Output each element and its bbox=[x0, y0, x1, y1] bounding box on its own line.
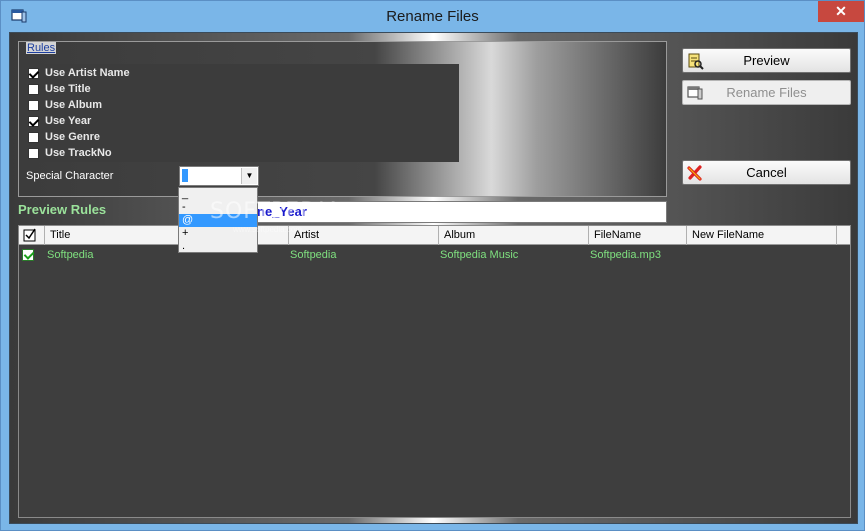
chevron-down-icon[interactable]: ▼ bbox=[241, 168, 257, 184]
preview-icon bbox=[688, 53, 704, 70]
header-select-all[interactable] bbox=[19, 226, 45, 245]
title-bar[interactable]: Rename Files ✕ bbox=[1, 1, 864, 32]
rule-checkbox[interactable] bbox=[28, 147, 39, 159]
cell-title: Softpedia bbox=[47, 249, 94, 261]
watermark-url: www.softpedia.com bbox=[233, 225, 302, 234]
preview-rules-label: Preview Rules bbox=[18, 202, 107, 217]
rule-use-trackno[interactable]: Use TrackNo bbox=[28, 145, 112, 161]
close-button[interactable]: ✕ bbox=[818, 1, 864, 22]
rules-legend: Rules bbox=[26, 42, 57, 54]
rule-label: Use Album bbox=[45, 99, 103, 111]
rule-checkbox[interactable] bbox=[28, 115, 39, 127]
preview-button[interactable]: Preview bbox=[682, 48, 851, 73]
rename-files-button[interactable]: Rename Files bbox=[682, 80, 851, 105]
grid-header: Title Artist Album FileName New FileName bbox=[19, 226, 850, 245]
cell-album: Softpedia Music bbox=[440, 249, 519, 261]
client-area: Rules Use Artist Name Use Title Use Albu… bbox=[9, 32, 858, 524]
dropdown-option[interactable]: . bbox=[179, 240, 257, 253]
rule-use-year[interactable]: Use Year bbox=[28, 113, 91, 129]
combo-selected-value bbox=[182, 169, 188, 182]
files-grid[interactable]: Title Artist Album FileName New FileName… bbox=[18, 225, 851, 518]
rule-use-title[interactable]: Use Title bbox=[28, 81, 91, 97]
table-row[interactable]: Softpedia Softpedia Softpedia Music Soft… bbox=[19, 247, 850, 263]
rules-group: Rules Use Artist Name Use Title Use Albu… bbox=[18, 41, 667, 197]
window-title: Rename Files bbox=[386, 8, 479, 25]
rule-label: Use Year bbox=[45, 115, 92, 127]
rule-checkbox[interactable] bbox=[28, 99, 39, 111]
rename-icon bbox=[687, 86, 703, 100]
rule-use-album[interactable]: Use Album bbox=[28, 97, 102, 113]
rule-label: Use Artist Name bbox=[45, 67, 130, 79]
special-character-select[interactable]: ▼ bbox=[179, 166, 259, 186]
rule-checkbox[interactable] bbox=[28, 83, 39, 95]
rules-list: Use Artist Name Use Title Use Album Use … bbox=[26, 64, 459, 162]
checklist-icon bbox=[23, 228, 36, 242]
rename-files-window: Rename Files ✕ Rules Use Artist Name Use… bbox=[0, 0, 865, 531]
rule-checkbox[interactable] bbox=[28, 67, 39, 79]
column-header-new-filename[interactable]: New FileName bbox=[687, 226, 837, 245]
rule-use-genre[interactable]: Use Genre bbox=[28, 129, 100, 145]
row-checkbox[interactable] bbox=[22, 249, 34, 261]
watermark-logo: SOFTPEDIA bbox=[210, 199, 342, 224]
cancel-button[interactable]: Cancel bbox=[682, 160, 851, 185]
column-header-filename[interactable]: FileName bbox=[589, 226, 687, 245]
column-header-artist[interactable]: Artist bbox=[289, 226, 439, 245]
cancel-x-icon bbox=[687, 165, 702, 181]
cell-artist: Softpedia bbox=[290, 249, 337, 261]
rule-use-artist-name[interactable]: Use Artist Name bbox=[28, 65, 130, 81]
rule-label: Use Genre bbox=[45, 131, 101, 143]
column-header-album[interactable]: Album bbox=[439, 226, 589, 245]
cancel-button-label: Cancel bbox=[746, 165, 787, 180]
rule-label: Use Title bbox=[45, 83, 91, 95]
rename-files-button-label: Rename Files bbox=[726, 85, 807, 100]
rule-checkbox[interactable] bbox=[28, 131, 39, 143]
special-character-label: Special Character bbox=[26, 170, 114, 182]
cell-filename: Softpedia.mp3 bbox=[590, 249, 661, 261]
rule-label: Use TrackNo bbox=[45, 147, 112, 159]
preview-button-label: Preview bbox=[743, 53, 790, 68]
